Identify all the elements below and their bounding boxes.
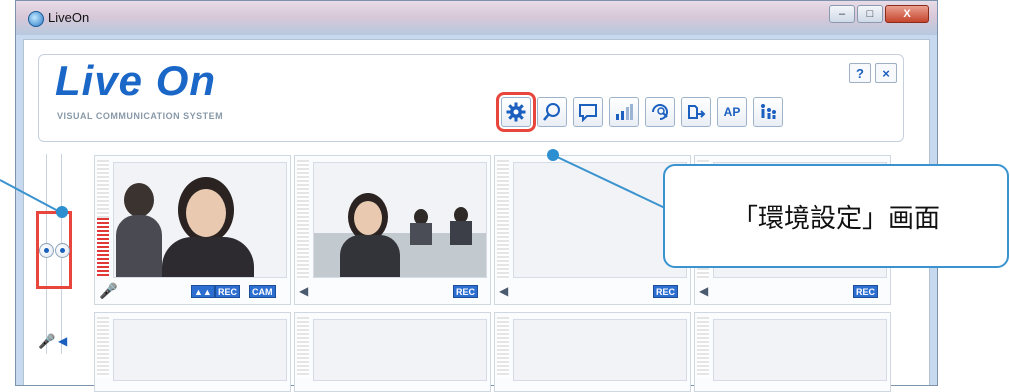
level-meter [497,317,509,377]
person-background-body [410,223,432,245]
header-buttons: ? × [849,63,897,83]
ap-button[interactable]: AP [717,97,747,127]
app-icon [28,11,44,27]
bar-chart-icon [616,104,633,120]
window-controls: – □ X [829,5,929,23]
annotation-dot-slider [56,206,68,218]
microphone-icon: 🎤 [99,283,118,300]
cell-status-bar: 🎤 ▲▲ REC CAM [99,283,286,300]
video-cell-1[interactable]: 🎤 ▲▲ REC CAM [94,155,291,305]
title-bar[interactable]: LiveOn – □ X [16,1,937,35]
cell-status-bar: ◀ REC [299,284,486,300]
minimize-button[interactable]: – [829,5,855,23]
video-frame [313,162,487,278]
video-cell-5[interactable] [94,312,291,392]
viewers-tag[interactable]: ▲▲ [191,285,215,298]
level-meter [297,160,309,280]
stats-button[interactable] [609,97,639,127]
maximize-button[interactable]: □ [857,5,883,23]
video-frame [313,319,487,381]
speaker-icon: ◀ [499,284,509,298]
people-icon [761,104,776,119]
level-meter [97,317,109,377]
cell-status-bar: ◀ REC [699,284,886,300]
callout-box: 「環境設定」画面 [663,164,1009,268]
video-frame [513,319,687,381]
person-suit [162,237,254,277]
ap-label: AP [723,105,741,119]
person-background-body [116,215,162,277]
video-frame [113,319,287,381]
share-button[interactable] [681,97,711,127]
level-meter [297,317,309,377]
zoom-button[interactable] [645,97,675,127]
rec-tag[interactable]: REC [453,285,479,298]
video-frame [513,162,687,278]
annotation-dot-settings [547,149,559,161]
magnifier-icon [543,103,560,121]
whiteboard-button[interactable] [573,97,603,127]
share-icon [688,105,706,119]
microphone-icon: 🎤 [38,333,56,349]
help-button[interactable]: ? [849,63,871,83]
logo: Live On [55,57,217,104]
video-frame [113,162,287,278]
person-face [354,201,382,235]
zoom-icon [652,104,668,120]
person-face [186,189,226,237]
video-cell-7[interactable] [494,312,691,392]
board-icon [579,104,597,122]
level-meter [497,160,509,280]
person-background-head [124,183,154,217]
video-cell-2[interactable]: ◀ REC [294,155,491,305]
video-cell-3[interactable]: ◀ REC [494,155,691,305]
cell-status-bar: ◀ REC [499,284,686,300]
level-meter [697,317,709,377]
rec-tag[interactable]: REC [215,285,241,298]
rec-tag[interactable]: REC [853,285,879,298]
speaker-icon: ◀ [699,284,709,298]
logo-tagline: VISUAL COMMUNICATION SYSTEM [57,111,224,121]
header-close-button[interactable]: × [875,63,897,83]
mic-volume-knob[interactable] [39,243,54,258]
speaker-volume-knob[interactable] [55,243,70,258]
callout-text: 「環境設定」画面 [731,202,940,233]
video-frame [713,319,887,381]
cam-tag[interactable]: CAM [249,285,276,298]
level-meter-active [97,218,109,278]
participants-button[interactable] [753,97,783,127]
video-cell-6[interactable] [294,312,491,392]
toolbar: AP [496,92,783,132]
speaker-icon: ◀ [58,334,68,348]
settings-button[interactable] [496,92,536,132]
header-panel: Live On VISUAL COMMUNICATION SYSTEM ? × [38,54,904,142]
person-suit [340,235,400,277]
close-button[interactable]: X [885,5,929,23]
window-title: LiveOn [48,10,90,25]
video-cell-8[interactable] [694,312,891,392]
speaker-icon: ◀ [299,284,309,298]
search-button[interactable] [537,97,567,127]
gear-icon [506,102,526,122]
rec-tag[interactable]: REC [653,285,679,298]
person-background-body [450,221,472,245]
